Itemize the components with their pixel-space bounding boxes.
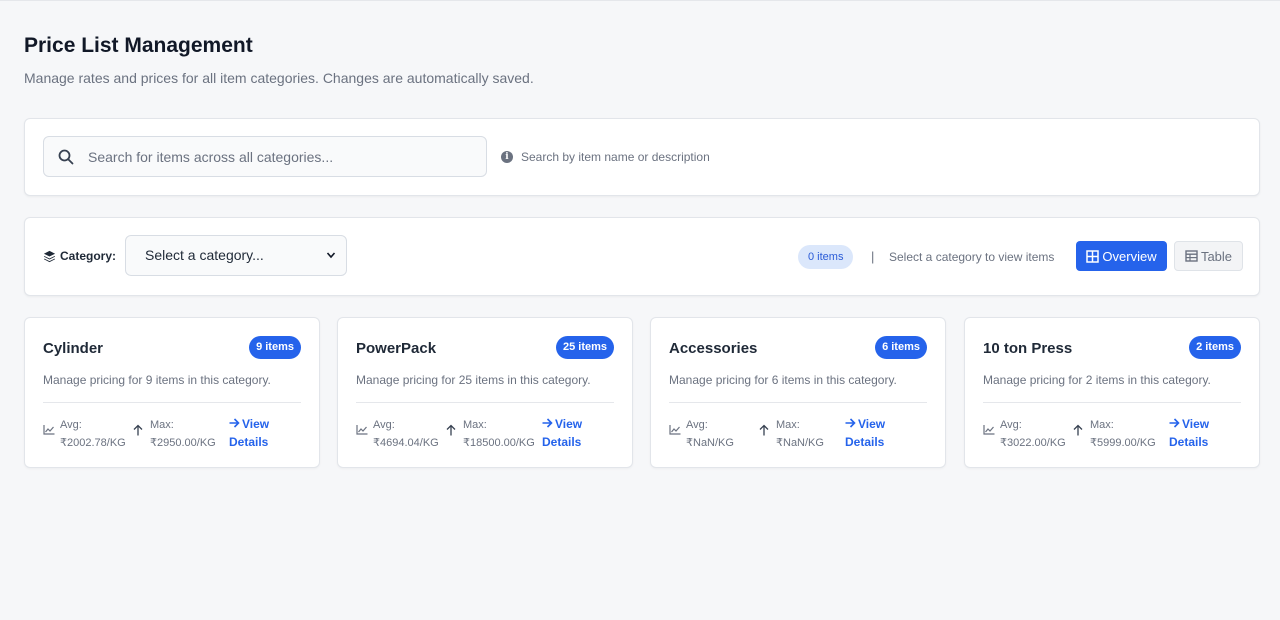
table-button-label: Table — [1200, 248, 1233, 264]
search-input[interactable] — [88, 137, 478, 176]
arrow-up-icon — [759, 424, 769, 436]
view-details-link[interactable]: View Details — [229, 415, 289, 451]
avg-label: Avg: — [373, 419, 395, 431]
card-max-stat: Max: ₹18500.00/KG — [446, 416, 536, 456]
category-label-text: Category: — [60, 249, 117, 263]
view-details-link[interactable]: View Details — [1169, 415, 1229, 451]
category-hint: Select a category to view items — [889, 250, 1055, 264]
search-box[interactable] — [43, 136, 487, 177]
card-title: Accessories — [669, 340, 758, 357]
info-icon: i — [501, 151, 513, 163]
card-item-count-badge: 9 items — [249, 336, 301, 359]
max-value: ₹2950.00/KG — [150, 437, 216, 449]
arrow-up-icon — [1073, 424, 1083, 436]
category-card-powerpack[interactable]: PowerPack 25 items Manage pricing for 25… — [337, 317, 633, 468]
category-select[interactable]: Select a category... — [125, 235, 347, 276]
card-description: Manage pricing for 6 items in this categ… — [669, 373, 897, 387]
card-description: Manage pricing for 9 items in this categ… — [43, 373, 271, 387]
card-avg-stat: Avg: ₹4694.04/KG — [356, 416, 446, 456]
arrow-right-icon — [1169, 415, 1180, 433]
arrow-up-icon — [133, 424, 143, 436]
max-label: Max: — [463, 419, 487, 431]
items-count-badge: 0 items — [798, 245, 854, 269]
category-card-accessories[interactable]: Accessories 6 items Manage pricing for 6… — [650, 317, 946, 468]
card-divider — [983, 402, 1241, 403]
card-max-stat: Max: ₹5999.00/KG — [1073, 416, 1163, 456]
max-value: ₹5999.00/KG — [1090, 437, 1156, 449]
table-icon — [1185, 250, 1198, 262]
card-avg-stat: Avg: ₹3022.00/KG — [983, 416, 1073, 456]
grid-icon — [1086, 249, 1100, 263]
view-details-label-2: Details — [542, 435, 582, 449]
search-hint-text: Search by item name or description — [521, 150, 710, 164]
card-max-stat: Max: ₹2950.00/KG — [133, 416, 223, 456]
card-item-count-badge: 25 items — [555, 336, 614, 359]
card-title: PowerPack — [356, 340, 437, 357]
trend-chart-icon — [43, 425, 55, 435]
overview-button-label: Overview — [1102, 248, 1157, 264]
avg-label: Avg: — [686, 419, 708, 431]
arrow-up-icon — [446, 424, 456, 436]
page-title: Price List Management — [24, 34, 253, 57]
view-details-link[interactable]: View Details — [845, 415, 905, 451]
avg-label: Avg: — [60, 419, 82, 431]
view-details-label-2: Details — [845, 435, 885, 449]
card-avg-stat: Avg: ₹2002.78/KG — [43, 416, 133, 456]
search-hint: i Search by item name or description — [501, 150, 710, 164]
card-description: Manage pricing for 2 items in this categ… — [983, 373, 1211, 387]
view-details-label-1: View — [242, 417, 270, 431]
arrow-right-icon — [542, 415, 553, 433]
category-panel: Category: Select a category... 0 items |… — [24, 217, 1260, 296]
trend-chart-icon — [983, 425, 995, 435]
search-panel: i Search by item name or description — [24, 118, 1260, 196]
overview-button[interactable]: Overview — [1076, 241, 1167, 271]
max-value: ₹18500.00/KG — [463, 437, 535, 449]
page-subtitle: Manage rates and prices for all item cat… — [24, 70, 534, 86]
avg-value: ₹NaN/KG — [686, 437, 734, 449]
card-title: 10 ton Press — [983, 340, 1073, 357]
layers-icon — [43, 250, 56, 262]
view-details-label-1: View — [858, 417, 886, 431]
card-item-count-badge: 6 items — [875, 336, 927, 359]
search-icon — [58, 149, 74, 165]
max-value: ₹NaN/KG — [776, 437, 824, 449]
separator: | — [871, 249, 875, 264]
trend-chart-icon — [356, 425, 368, 435]
category-select-value: Select a category... — [145, 247, 264, 263]
card-item-count-badge: 2 items — [1189, 336, 1241, 359]
view-details-link[interactable]: View Details — [542, 415, 602, 451]
category-card-10-ton-press[interactable]: 10 ton Press 2 items Manage pricing for … — [964, 317, 1260, 468]
card-description: Manage pricing for 25 items in this cate… — [356, 373, 591, 387]
view-details-label-1: View — [555, 417, 583, 431]
trend-chart-icon — [669, 425, 681, 435]
max-label: Max: — [776, 419, 800, 431]
max-label: Max: — [150, 419, 174, 431]
view-details-label-2: Details — [1169, 435, 1209, 449]
avg-value: ₹4694.04/KG — [373, 437, 439, 449]
table-button[interactable]: Table — [1174, 241, 1243, 271]
card-divider — [43, 402, 301, 403]
max-label: Max: — [1090, 419, 1114, 431]
chevron-down-icon — [326, 236, 336, 292]
avg-label: Avg: — [1000, 419, 1022, 431]
arrow-right-icon — [845, 415, 856, 433]
card-title: Cylinder — [43, 340, 104, 357]
category-label: Category: — [43, 249, 116, 263]
avg-value: ₹2002.78/KG — [60, 437, 126, 449]
view-details-label-2: Details — [229, 435, 269, 449]
top-border — [0, 0, 1280, 1]
avg-value: ₹3022.00/KG — [1000, 437, 1066, 449]
card-divider — [356, 402, 614, 403]
card-avg-stat: Avg: ₹NaN/KG — [669, 416, 759, 456]
card-max-stat: Max: ₹NaN/KG — [759, 416, 849, 456]
arrow-right-icon — [229, 415, 240, 433]
card-divider — [669, 402, 927, 403]
category-card-cylinder[interactable]: Cylinder 9 items Manage pricing for 9 it… — [24, 317, 320, 468]
view-details-label-1: View — [1182, 417, 1210, 431]
